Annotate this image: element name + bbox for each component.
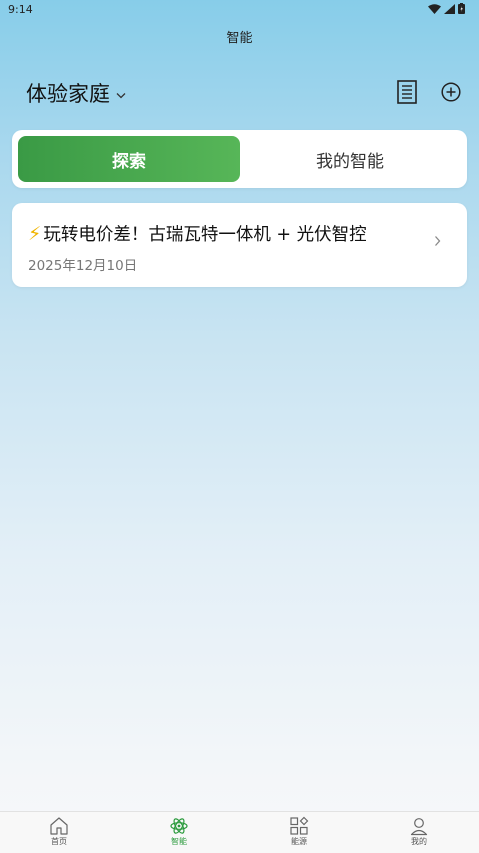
wifi-icon [428,3,441,14]
nav-home-label: 首页 [51,837,67,846]
card-title: 玩转电价差！古瑞瓦特一体机 + 光伏智控 [43,225,367,245]
chevron-down-icon [116,92,126,98]
atom-icon [170,818,188,834]
grid-icon [290,816,309,835]
home-name: 体验家庭 [26,82,110,106]
nav-home[interactable]: 首页 [29,816,89,847]
user-icon [410,818,428,836]
scene-card[interactable]: ⚡ 玩转电价差！古瑞瓦特一体机 + 光伏智控 2025年12月10日 [12,203,467,287]
lightning-icon: ⚡ [28,222,42,245]
status-time: 9:14 [8,3,33,16]
card-date: 2025年12月10日 [28,258,138,274]
status-icons [428,3,465,14]
nav-mine[interactable]: 我的 [389,816,449,847]
segment-tabs: 探索 我的智能 [12,130,467,188]
bottom-nav: 首页 智能 能源 我的 [0,811,479,853]
battery-icon [458,3,465,14]
tab-my-smart[interactable]: 我的智能 [239,136,461,182]
home-icon [50,817,68,835]
add-circle-icon[interactable] [441,82,461,102]
status-bar: 9:14 [0,0,479,20]
signal-icon [444,3,455,14]
page-title: 智能 [226,31,253,46]
tab-explore[interactable]: 探索 [18,136,240,182]
nav-smart-label: 智能 [171,837,187,846]
document-list-icon[interactable] [396,80,418,104]
card-title-row: ⚡ 玩转电价差！古瑞瓦特一体机 + 光伏智控 [28,221,367,246]
chevron-right-icon [435,236,441,246]
nav-energy-label: 能源 [291,837,307,846]
home-selector[interactable]: 体验家庭 [26,78,126,108]
nav-energy[interactable]: 能源 [269,816,329,847]
nav-mine-label: 我的 [411,837,427,846]
nav-smart[interactable]: 智能 [149,816,209,847]
